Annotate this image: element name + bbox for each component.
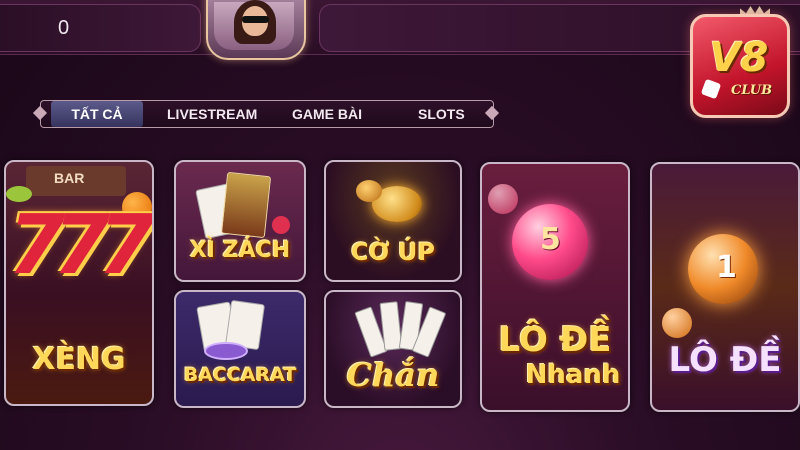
tab-left-cap-icon	[32, 105, 48, 121]
slot-sevens: 777	[8, 198, 152, 293]
avatar[interactable]	[206, 0, 306, 60]
avatar-sunglasses	[242, 16, 269, 23]
tab-livestream[interactable]: LIVESTREAM	[167, 101, 257, 127]
tab-right-cap-icon	[484, 105, 500, 121]
game-card-lo-de-nhanh[interactable]: 5 LÔ ĐỀ Nhanh	[480, 162, 630, 412]
small-ball-icon	[488, 184, 518, 214]
chess-piece-small-icon	[356, 180, 382, 202]
game-card-chan[interactable]: Chắn	[324, 290, 462, 408]
balance-panel[interactable]: 0	[0, 4, 201, 52]
v8-club-logo[interactable]: V8 CLUB	[690, 14, 790, 118]
game-card-baccarat[interactable]: BACCARAT	[174, 290, 306, 408]
game-label: CỜ ÚP	[350, 238, 435, 266]
dice-icon	[700, 78, 722, 100]
game-label: LÔ ĐỀ	[498, 320, 612, 360]
game-sublabel: Nhanh	[525, 360, 621, 390]
game-label: XÌ ZÁCH	[189, 238, 291, 263]
ball-number: 1	[716, 250, 737, 285]
game-label: LÔ ĐỀ	[668, 340, 782, 380]
category-tabs: TẤT CẢ LIVESTREAM GAME BÀI SLOTS	[32, 100, 500, 128]
logo-subtitle: CLUB	[731, 83, 773, 98]
game-label: XÈNG	[32, 342, 126, 377]
small-ball-icon	[662, 308, 692, 338]
game-label: Chắn	[346, 356, 440, 394]
game-card-lo-de[interactable]: 1 LÔ ĐỀ	[650, 162, 800, 412]
game-card-co-up[interactable]: CỜ ÚP	[324, 160, 462, 282]
tab-all[interactable]: TẤT CẢ	[51, 101, 143, 127]
king-card-icon	[220, 171, 272, 239]
tab-game-bai[interactable]: GAME BÀI	[292, 101, 362, 127]
tab-slots[interactable]: SLOTS	[418, 101, 465, 127]
poker-chip-icon	[204, 342, 248, 360]
heart-chip-icon	[272, 216, 290, 234]
slot-reel-text: BAR	[54, 170, 85, 186]
balance-value: 0	[58, 17, 70, 39]
game-label: BACCARAT	[183, 364, 297, 386]
ball-number: 5	[540, 222, 561, 257]
game-card-xi-zach[interactable]: XÌ ZÁCH	[174, 160, 306, 282]
logo-title: V8	[709, 35, 769, 81]
game-card-xeng[interactable]: BAR 777 XÈNG	[4, 160, 154, 406]
